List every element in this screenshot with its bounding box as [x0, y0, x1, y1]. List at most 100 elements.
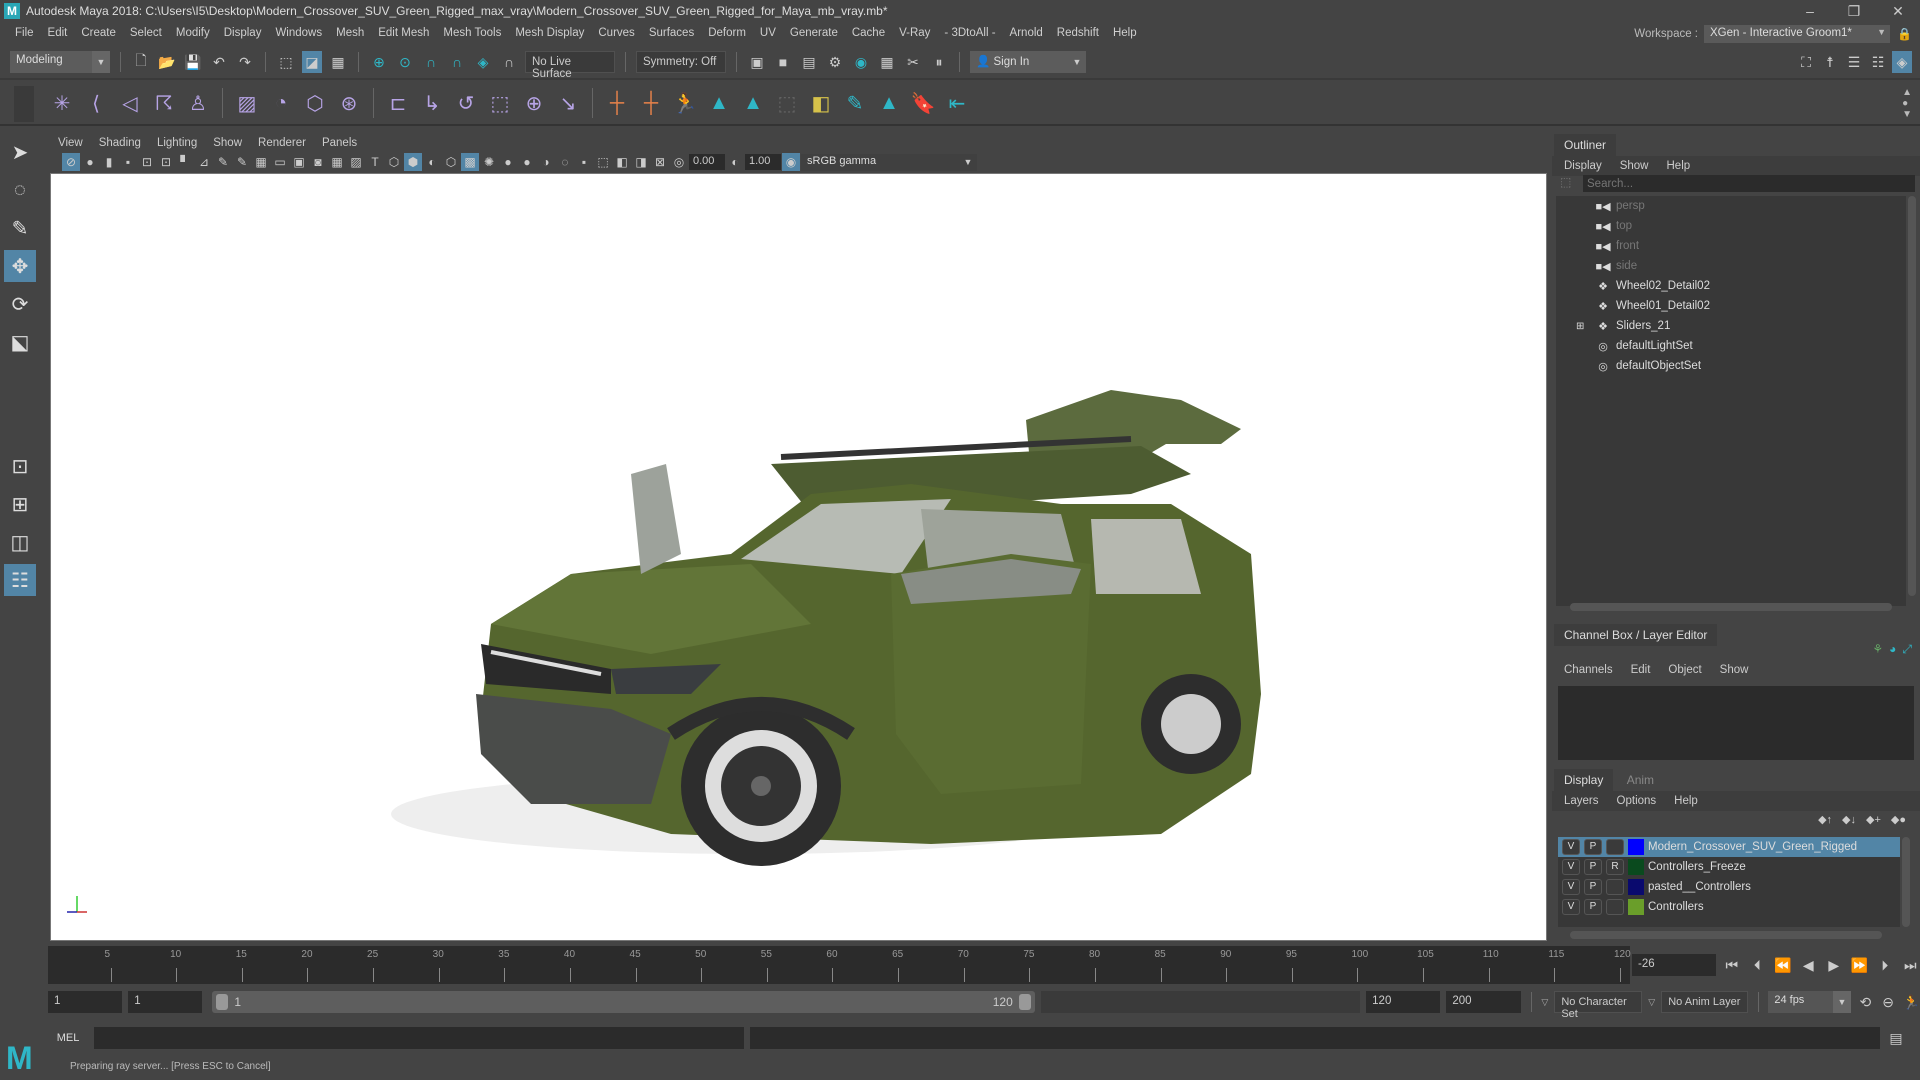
- menu-file[interactable]: File: [8, 27, 41, 39]
- outliner-item-defaultlightset[interactable]: ◎ defaultLightSet: [1556, 336, 1906, 356]
- outliner-item-sliders[interactable]: ⊞ ❖ Sliders_21: [1556, 316, 1906, 336]
- lattice-icon[interactable]: ⬡: [301, 88, 329, 118]
- menu-cache[interactable]: Cache: [845, 27, 892, 39]
- insert-joint-icon[interactable]: ⇤: [943, 88, 971, 118]
- wireframe-on-shaded-icon[interactable]: ⬡: [442, 153, 460, 171]
- exposure-icon[interactable]: ◎: [670, 153, 688, 171]
- rotate-tool-icon[interactable]: ⟳: [4, 288, 36, 320]
- current-frame-field[interactable]: -26: [1632, 954, 1717, 976]
- animation-preferences-icon[interactable]: 🏃: [1903, 991, 1920, 1013]
- new-layer-selected-icon[interactable]: ◆●: [1891, 813, 1906, 826]
- channel-box-hyper-icon[interactable]: ⤢: [1902, 642, 1912, 657]
- aim-constraint-icon[interactable]: ⊕: [520, 88, 548, 118]
- ik-handle-icon[interactable]: ⟨: [82, 88, 110, 118]
- step-back-key-icon[interactable]: ⏪: [1773, 954, 1792, 976]
- outliner-item-front[interactable]: ■◀ front: [1556, 236, 1906, 256]
- step-forward-frame-icon[interactable]: ⏵: [1875, 954, 1894, 976]
- viewport-menu-panels[interactable]: Panels: [316, 137, 363, 149]
- layer-horizontal-scrollbar[interactable]: [1570, 931, 1882, 939]
- bookmark-icon[interactable]: ▘: [176, 153, 194, 171]
- new-layer-icon[interactable]: ◆+: [1866, 813, 1881, 826]
- shadows-icon[interactable]: ●: [499, 153, 517, 171]
- textured-icon[interactable]: ▩: [461, 153, 479, 171]
- layer-row[interactable]: V P Controllers: [1558, 897, 1900, 917]
- character-animation-icon[interactable]: 🏃: [671, 88, 699, 118]
- bookmark-add-icon[interactable]: 🔖: [909, 88, 937, 118]
- layer-tab-display[interactable]: Display: [1554, 769, 1614, 791]
- snap-live-icon[interactable]: ∩: [499, 51, 519, 73]
- layers-menu-layers[interactable]: Layers: [1564, 795, 1599, 807]
- shelf-tab-handle[interactable]: [14, 86, 34, 122]
- channels-menu-edit[interactable]: Edit: [1631, 664, 1651, 676]
- outliner-item-wheel02[interactable]: ❖ Wheel02_Detail02: [1556, 276, 1906, 296]
- menu-vray[interactable]: V-Ray: [892, 27, 937, 39]
- maya-logo-tool-icon[interactable]: ▲: [705, 88, 733, 118]
- bookmark-camera-icon[interactable]: ⊡: [157, 153, 175, 171]
- paint-weights-icon[interactable]: ◔: [267, 88, 295, 118]
- field-chart-icon[interactable]: ▦: [328, 153, 346, 171]
- bind-skin-icon[interactable]: ▨: [233, 88, 261, 118]
- symmetry-field[interactable]: Symmetry: Off: [636, 51, 726, 73]
- menu-select[interactable]: Select: [123, 27, 169, 39]
- snap-grid-icon[interactable]: ⊕: [369, 51, 389, 73]
- move-tool-icon[interactable]: ✥: [4, 250, 36, 282]
- vray-render-icon[interactable]: ▦: [877, 51, 897, 73]
- redo-icon[interactable]: ↷: [235, 51, 255, 73]
- layer-display-type-toggle[interactable]: [1606, 899, 1624, 915]
- layer-toggle-icon[interactable]: ◧: [807, 88, 835, 118]
- channels-menu-channels[interactable]: Channels: [1564, 664, 1613, 676]
- channel-box-area[interactable]: [1558, 686, 1914, 760]
- menu-edit-mesh[interactable]: Edit Mesh: [371, 27, 436, 39]
- render-view-icon[interactable]: ▣: [747, 51, 767, 73]
- isolate-select-icon[interactable]: ⬚: [594, 153, 612, 171]
- workspace-dropdown[interactable]: XGen - Interactive Groom1*: [1704, 25, 1890, 43]
- select-camera-icon[interactable]: ⊘: [62, 153, 80, 171]
- menu-redshift[interactable]: Redshift: [1050, 27, 1106, 39]
- multisample-aa-icon[interactable]: ◌: [556, 153, 574, 171]
- shelf-scroll-icon[interactable]: ▲ ● ▼: [1902, 87, 1912, 120]
- playback-end-field[interactable]: 120: [1366, 991, 1441, 1013]
- select-component-icon[interactable]: ▦: [328, 51, 348, 73]
- close-button[interactable]: ✕: [1876, 0, 1920, 22]
- grid-icon[interactable]: ▦: [252, 153, 270, 171]
- move-layer-down-icon[interactable]: ◆↓: [1842, 813, 1856, 826]
- menu-mesh-display[interactable]: Mesh Display: [508, 27, 591, 39]
- attribute-editor-icon[interactable]: ☰: [1844, 51, 1864, 73]
- channel-box-speed-icon[interactable]: ◕: [1889, 642, 1896, 657]
- gate-mask-icon[interactable]: ◙: [309, 153, 327, 171]
- time-slider[interactable]: 5 10 15 20 25 30 35 40 45 50 55 60 65 70 75 80 85 90 95 100…: [48, 946, 1631, 984]
- range-start-handle[interactable]: [216, 994, 229, 1010]
- ipr-render-icon[interactable]: ▤: [799, 51, 819, 73]
- safe-title-icon[interactable]: T: [366, 153, 384, 171]
- layer-display-type-toggle[interactable]: R: [1606, 859, 1624, 875]
- lock-icon[interactable]: 🔒: [1897, 27, 1912, 41]
- layer-visibility-toggle[interactable]: V: [1562, 859, 1580, 875]
- set-key-icon[interactable]: ┼: [603, 88, 631, 118]
- layer-visibility-toggle[interactable]: V: [1562, 839, 1580, 855]
- maya-logo-tool-2-icon[interactable]: ▲: [739, 88, 767, 118]
- viewport-menu-show[interactable]: Show: [207, 137, 248, 149]
- snap-surface-icon[interactable]: ◈: [473, 51, 493, 73]
- auto-key-icon[interactable]: ⊖: [1880, 991, 1897, 1013]
- channel-box-manipulator-icon[interactable]: ⚘: [1872, 642, 1883, 657]
- menu-modify[interactable]: Modify: [169, 27, 217, 39]
- motion-blur-icon[interactable]: ◑: [537, 153, 555, 171]
- snap-point-icon[interactable]: ∩: [421, 51, 441, 73]
- outliner-vertical-scrollbar[interactable]: [1908, 196, 1916, 596]
- image-plane-icon[interactable]: ▮: [100, 153, 118, 171]
- scale-constraint-icon[interactable]: ⬚: [486, 88, 514, 118]
- quick-rig-icon[interactable]: ☈: [150, 88, 178, 118]
- layer-row[interactable]: V P Modern_Crossover_SUV_Green_Rigged: [1558, 837, 1900, 857]
- grease-pencil-icon[interactable]: ✎: [214, 153, 232, 171]
- lasso-paint-icon[interactable]: ✎: [841, 88, 869, 118]
- outliner-horizontal-scrollbar[interactable]: [1570, 603, 1892, 611]
- menu-deform[interactable]: Deform: [701, 27, 753, 39]
- open-scene-icon[interactable]: 📂: [157, 51, 177, 73]
- menu-edit[interactable]: Edit: [41, 27, 75, 39]
- layers-menu-options[interactable]: Options: [1617, 795, 1657, 807]
- layer-color-swatch[interactable]: [1628, 859, 1644, 875]
- render-settings-icon[interactable]: ⚙: [825, 51, 845, 73]
- new-scene-icon[interactable]: 🗋: [131, 51, 151, 73]
- outliner-item-wheel01[interactable]: ❖ Wheel01_Detail02: [1556, 296, 1906, 316]
- layer-color-swatch[interactable]: [1628, 879, 1644, 895]
